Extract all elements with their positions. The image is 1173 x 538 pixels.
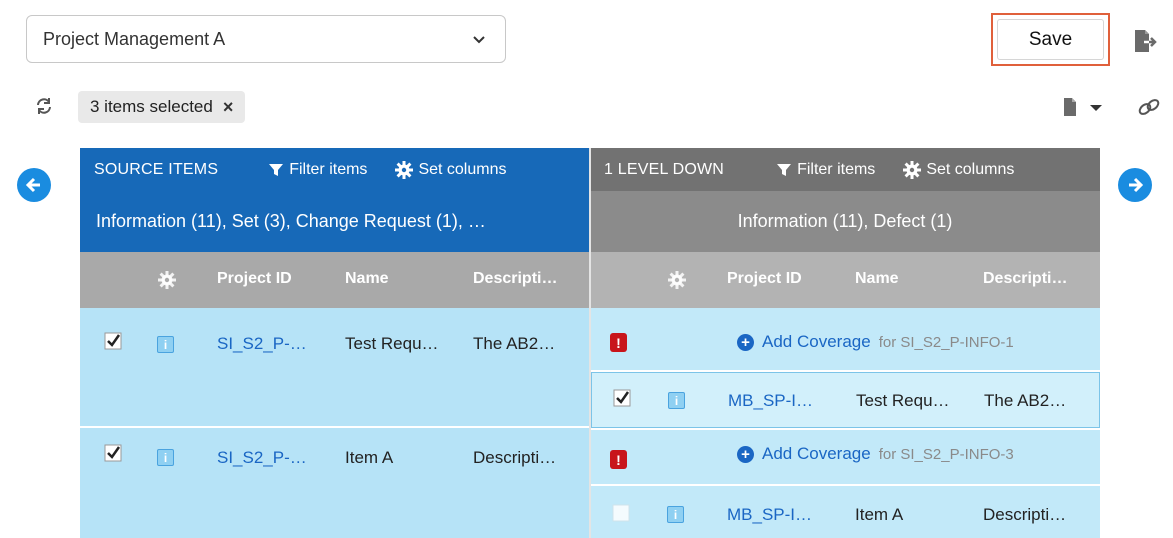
settings-icon[interactable] <box>158 271 176 289</box>
add-coverage-label[interactable]: Add Coverage <box>762 444 871 464</box>
info-icon: i <box>667 506 684 523</box>
column-project-id[interactable]: Project ID <box>217 270 292 288</box>
target-panel-title: 1 LEVEL DOWN <box>604 160 725 178</box>
arrow-left-icon[interactable] <box>17 168 51 202</box>
add-coverage-label[interactable]: Add Coverage <box>762 332 871 352</box>
add-coverage-row: ! + Add Coverage for SI_S2_P-INFO-3 <box>591 430 1100 484</box>
chevron-down-icon <box>473 36 485 44</box>
clear-selection-icon[interactable]: × <box>223 98 234 116</box>
level-down-panel: 1 LEVEL DOWN Filter items Set columns In… <box>590 148 1100 308</box>
source-items-panel: SOURCE ITEMS Filter items Set columns In… <box>80 148 590 308</box>
checkbox-checked-icon[interactable] <box>104 444 122 462</box>
target-project-id[interactable]: MB_SP-I… <box>727 505 812 525</box>
table-row[interactable]: i SI_S2_P-… Test Requ… The AB2… <box>80 308 589 426</box>
arrow-right-icon[interactable] <box>1118 168 1152 202</box>
column-description[interactable]: Descripti… <box>983 270 1067 288</box>
source-panel-title: SOURCE ITEMS <box>94 160 219 178</box>
table-row[interactable]: i MB_SP-I… Test Requ… The AB2… <box>591 372 1100 428</box>
target-name: Item A <box>855 505 904 524</box>
coverage-for-text: for SI_S2_P-INFO-1 <box>878 333 1014 351</box>
source-name: Test Requ… <box>345 334 439 353</box>
column-description[interactable]: Descripti… <box>473 270 557 288</box>
export-icon[interactable] <box>1132 28 1158 54</box>
filter-icon <box>777 163 792 176</box>
source-name: Item A <box>345 448 394 467</box>
source-set-columns-button[interactable]: Set columns <box>395 160 507 179</box>
table-row[interactable]: i SI_S2_P-… Item A Descripti… <box>80 428 589 538</box>
link-icon[interactable] <box>1135 95 1163 119</box>
warning-icon: ! <box>610 333 627 352</box>
project-select-value: Project Management A <box>43 28 226 49</box>
coverage-for-text: for SI_S2_P-INFO-3 <box>878 445 1014 463</box>
source-description: The AB2… <box>473 334 556 353</box>
gear-icon <box>903 160 922 179</box>
source-filter-button[interactable]: Filter items <box>268 161 367 179</box>
target-rows: ! + Add Coverage for SI_S2_P-INFO-1 i MB… <box>591 308 1100 538</box>
table-row[interactable]: i MB_SP-I… Item A Descripti… <box>591 486 1100 538</box>
target-set-columns-button[interactable]: Set columns <box>903 160 1015 179</box>
add-coverage-row: ! + Add Coverage for SI_S2_P-INFO-1 <box>591 308 1100 370</box>
target-summary: Information (11), Defect (1) <box>590 191 1100 252</box>
source-summary: Information (11), Set (3), Change Reques… <box>80 191 590 252</box>
checkbox-icon[interactable] <box>612 504 630 522</box>
target-name: Test Requ… <box>856 391 950 410</box>
source-rows: i SI_S2_P-… Test Requ… The AB2… i SI_S2_… <box>80 308 589 538</box>
info-icon: i <box>157 336 174 353</box>
target-project-id[interactable]: MB_SP-I… <box>728 391 813 411</box>
source-project-id[interactable]: SI_S2_P-… <box>217 334 307 354</box>
source-description: Descripti… <box>473 448 557 467</box>
project-select-dropdown[interactable]: Project Management A <box>26 15 506 63</box>
target-filter-button[interactable]: Filter items <box>776 161 875 179</box>
source-set-columns-label: Set columns <box>418 160 507 178</box>
plus-circle-icon: + <box>737 333 754 351</box>
source-project-id[interactable]: SI_S2_P-… <box>217 448 307 468</box>
warning-icon: ! <box>610 450 627 469</box>
target-filter-label: Filter items <box>797 160 876 178</box>
source-summary-text: Information (11), Set (3), Change Reques… <box>96 211 486 231</box>
add-coverage-button[interactable]: + Add Coverage for SI_S2_P-INFO-3 <box>737 444 1014 464</box>
save-button[interactable]: Save <box>991 13 1110 66</box>
column-name[interactable]: Name <box>855 270 899 288</box>
target-description: The AB2… <box>984 391 1067 410</box>
settings-icon[interactable] <box>668 271 686 289</box>
selection-chip: 3 items selected × <box>78 91 246 123</box>
target-set-columns-label: Set columns <box>926 160 1015 178</box>
target-description: Descripti… <box>983 505 1067 524</box>
info-icon: i <box>668 392 685 409</box>
target-panel-header: 1 LEVEL DOWN Filter items Set columns <box>590 148 1100 191</box>
gear-icon <box>395 160 414 179</box>
column-name[interactable]: Name <box>345 270 389 288</box>
save-button-label: Save <box>1028 28 1073 50</box>
column-project-id[interactable]: Project ID <box>727 270 802 288</box>
plus-circle-icon: + <box>737 445 754 463</box>
target-column-header: Project ID Name Descripti… <box>590 252 1100 308</box>
target-summary-text: Information (11), Defect (1) <box>737 211 953 231</box>
checkbox-checked-icon[interactable] <box>613 389 631 407</box>
source-column-header: Project ID Name Descripti… <box>80 252 590 308</box>
refresh-icon[interactable] <box>34 96 54 116</box>
source-filter-label: Filter items <box>289 160 368 178</box>
selection-count: 3 items selected <box>90 97 213 116</box>
filter-icon <box>269 163 284 176</box>
info-icon: i <box>157 449 174 466</box>
checkbox-checked-icon[interactable] <box>104 332 122 350</box>
add-coverage-button[interactable]: + Add Coverage for SI_S2_P-INFO-1 <box>737 332 1014 352</box>
document-menu-icon[interactable] <box>1060 96 1106 118</box>
source-panel-header: SOURCE ITEMS Filter items Set columns <box>80 148 590 191</box>
